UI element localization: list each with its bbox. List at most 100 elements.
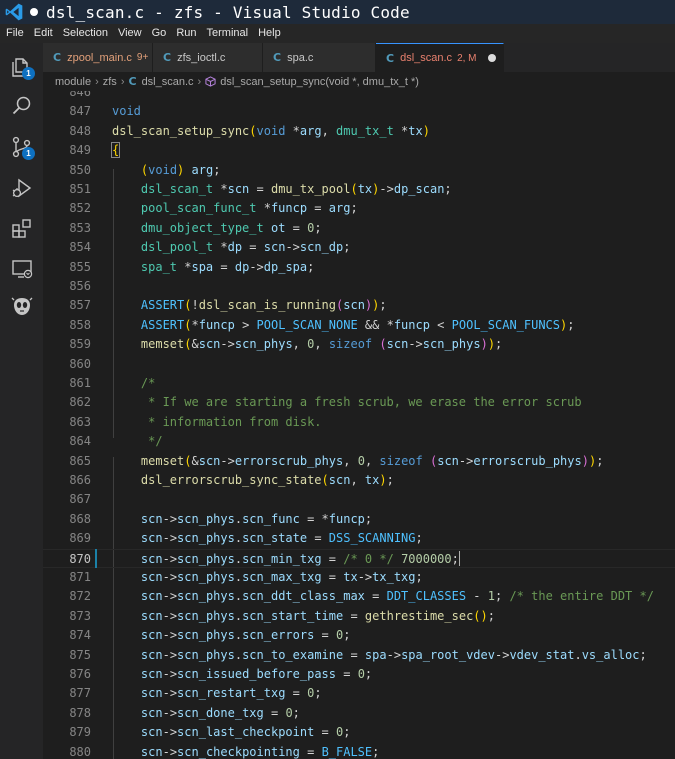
code-line[interactable]: 846 [43,91,675,102]
code-text[interactable]: ASSERT(!dsl_scan_is_running(scn)); [112,296,387,315]
code-text[interactable]: scn->scn_checkpointing = B_FALSE; [112,743,379,759]
code-text[interactable]: * If we are starting a fresh scrub, we e… [112,393,581,412]
code-line[interactable]: 858 ASSERT(*funcp > POOL_SCAN_NONE && *f… [43,316,675,335]
code-line[interactable]: 871 scn->scn_phys.scn_max_txg = tx->tx_t… [43,568,675,587]
line-number: 873 [69,608,91,623]
tab-spa[interactable]: C spa.c [263,43,376,72]
breadcrumb: module › zfs › C dsl_scan.c › dsl_scan_s… [43,72,675,91]
breadcrumb-file[interactable]: dsl_scan.c [142,76,194,88]
code-text[interactable]: ASSERT(*funcp > POOL_SCAN_NONE && *funcp… [112,316,575,335]
code-line[interactable]: 866 dsl_errorscrub_sync_state(scn, tx); [43,471,675,490]
line-number: 849 [69,143,91,158]
code-editor[interactable]: 846 847 void 848 dsl_scan_setup_sync(void *a… [43,91,675,759]
code-line[interactable]: 865 memset(&scn->errorscrub_phys, 0, siz… [43,452,675,471]
code-line[interactable]: 862 * If we are starting a fresh scrub, … [43,393,675,412]
menu-terminal[interactable]: Terminal [202,24,254,43]
code-text[interactable]: pool_scan_func_t *funcp = arg; [112,199,358,218]
breadcrumb-zfs[interactable]: zfs [103,76,117,88]
code-line[interactable]: 876 scn->scn_issued_before_pass = 0; [43,665,675,684]
code-line[interactable]: 864 */ [43,432,675,451]
code-text[interactable]: dsl_scan_t *scn = dmu_tx_pool(tx)->dp_sc… [112,180,452,199]
vscode-logo-icon [5,3,23,21]
code-text[interactable]: scn->scn_restart_txg = 0; [112,684,322,703]
code-line[interactable]: 855 spa_t *spa = dp->dp_spa; [43,258,675,277]
run-debug-icon[interactable] [10,176,34,200]
code-line[interactable]: 854 dsl_pool_t *dp = scn->scn_dp; [43,238,675,257]
tab-zpool-main[interactable]: C zpool_main.c 9+ [43,43,153,72]
line-number: 865 [69,453,91,468]
code-text[interactable]: scn->scn_last_checkpoint = 0; [112,723,351,742]
line-number: 875 [69,647,91,662]
git-modified-gutter-marker [95,548,97,568]
code-line[interactable]: 868 scn->scn_phys.scn_func = *funcp; [43,510,675,529]
code-text[interactable]: (void) arg; [112,161,221,180]
code-text[interactable]: scn->scn_phys.scn_state = DSS_SCANNING; [112,529,423,548]
search-icon[interactable] [10,94,34,118]
menu-view[interactable]: View [113,24,147,43]
menu-edit[interactable]: Edit [29,24,58,43]
menu-run[interactable]: Run [171,24,201,43]
code-line[interactable]: 879 scn->scn_last_checkpoint = 0; [43,723,675,742]
line-number: 868 [69,511,91,526]
code-text[interactable]: dsl_scan_setup_sync(void *arg, dmu_tx_t … [112,122,430,141]
code-text[interactable]: scn->scn_done_txg = 0; [112,704,300,723]
code-text[interactable]: scn->scn_phys.scn_to_examine = spa->spa_… [112,646,647,665]
code-text[interactable]: scn->scn_phys.scn_min_txg = /* 0 */ 7000… [112,550,460,569]
code-text[interactable]: * information from disk. [112,413,321,432]
explorer-badge: 1 [22,67,35,80]
code-line[interactable]: 847 void [43,102,675,121]
code-line[interactable]: 851 dsl_scan_t *scn = dmu_tx_pool(tx)->d… [43,180,675,199]
code-line[interactable]: 863 * information from disk. [43,413,675,432]
menu-selection[interactable]: Selection [58,24,113,43]
code-line[interactable]: 877 scn->scn_restart_txg = 0; [43,684,675,703]
code-line[interactable]: 869 scn->scn_phys.scn_state = DSS_SCANNI… [43,529,675,548]
unsaved-dot-icon[interactable] [487,54,496,62]
code-text[interactable]: memset(&scn->errorscrub_phys, 0, sizeof … [112,452,604,471]
code-text[interactable]: dmu_object_type_t ot = 0; [112,219,322,238]
tab-zfs-ioctl[interactable]: C zfs_ioctl.c [153,43,263,72]
code-line[interactable]: 861 /* [43,374,675,393]
breadcrumb-module[interactable]: module [55,76,91,88]
code-line[interactable]: 860 [43,355,675,374]
code-text[interactable]: scn->scn_phys.scn_errors = 0; [112,626,351,645]
tab-dsl-scan[interactable]: C dsl_scan.c 2, M [376,43,504,72]
code-line[interactable]: 875 scn->scn_phys.scn_to_examine = spa->… [43,646,675,665]
code-text[interactable]: scn->scn_issued_before_pass = 0; [112,665,372,684]
code-text[interactable]: dsl_errorscrub_sync_state(scn, tx); [112,471,394,490]
code-text[interactable]: void [112,102,141,121]
code-text[interactable]: /* [112,374,155,393]
code-line[interactable]: 880 scn->scn_checkpointing = B_FALSE; [43,743,675,759]
code-text[interactable]: */ [112,432,162,451]
code-line[interactable]: 848 dsl_scan_setup_sync(void *arg, dmu_tx… [43,122,675,141]
code-line[interactable]: 856 [43,277,675,296]
code-text[interactable]: memset(&scn->scn_phys, 0, sizeof (scn->s… [112,335,502,354]
menu-go[interactable]: Go [147,24,172,43]
code-text[interactable]: scn->scn_phys.scn_ddt_class_max = DDT_CL… [112,587,654,606]
code-text[interactable]: scn->scn_phys.scn_func = *funcp; [112,510,372,529]
code-line[interactable]: 874 scn->scn_phys.scn_errors = 0; [43,626,675,645]
menu-file[interactable]: File [0,24,29,43]
code-line[interactable]: 849 { [43,141,675,160]
code-text[interactable]: spa_t *spa = dp->dp_spa; [112,258,314,277]
code-line[interactable]: 870 scn->scn_phys.scn_min_txg = /* 0 */ … [43,548,675,569]
breadcrumb-symbol[interactable]: dsl_scan_setup_sync(void *, dmu_tx_t *) [220,76,419,88]
menu-help[interactable]: Help [253,24,286,43]
code-line[interactable]: 853 dmu_object_type_t ot = 0; [43,219,675,238]
code-text[interactable]: scn->scn_phys.scn_start_time = gethresti… [112,607,495,626]
line-number: 857 [69,298,91,313]
copilot-icon[interactable] [10,295,34,319]
line-number: 867 [69,492,91,507]
code-text[interactable]: { [110,141,121,160]
code-line[interactable]: 878 scn->scn_done_txg = 0; [43,704,675,723]
code-line[interactable]: 859 memset(&scn->scn_phys, 0, sizeof (sc… [43,335,675,354]
code-line[interactable]: 867 [43,490,675,509]
code-line[interactable]: 873 scn->scn_phys.scn_start_time = gethr… [43,607,675,626]
code-line[interactable]: 872 scn->scn_phys.scn_ddt_class_max = DD… [43,587,675,606]
extensions-icon[interactable] [10,216,34,240]
code-line[interactable]: 852 pool_scan_func_t *funcp = arg; [43,199,675,218]
code-text[interactable]: dsl_pool_t *dp = scn->scn_dp; [112,238,351,257]
remote-explorer-icon[interactable] [10,257,34,281]
code-text[interactable]: scn->scn_phys.scn_max_txg = tx->tx_txg; [112,568,423,587]
code-line[interactable]: 857 ASSERT(!dsl_scan_is_running(scn)); [43,296,675,315]
code-line[interactable]: 850 (void) arg; [43,161,675,180]
